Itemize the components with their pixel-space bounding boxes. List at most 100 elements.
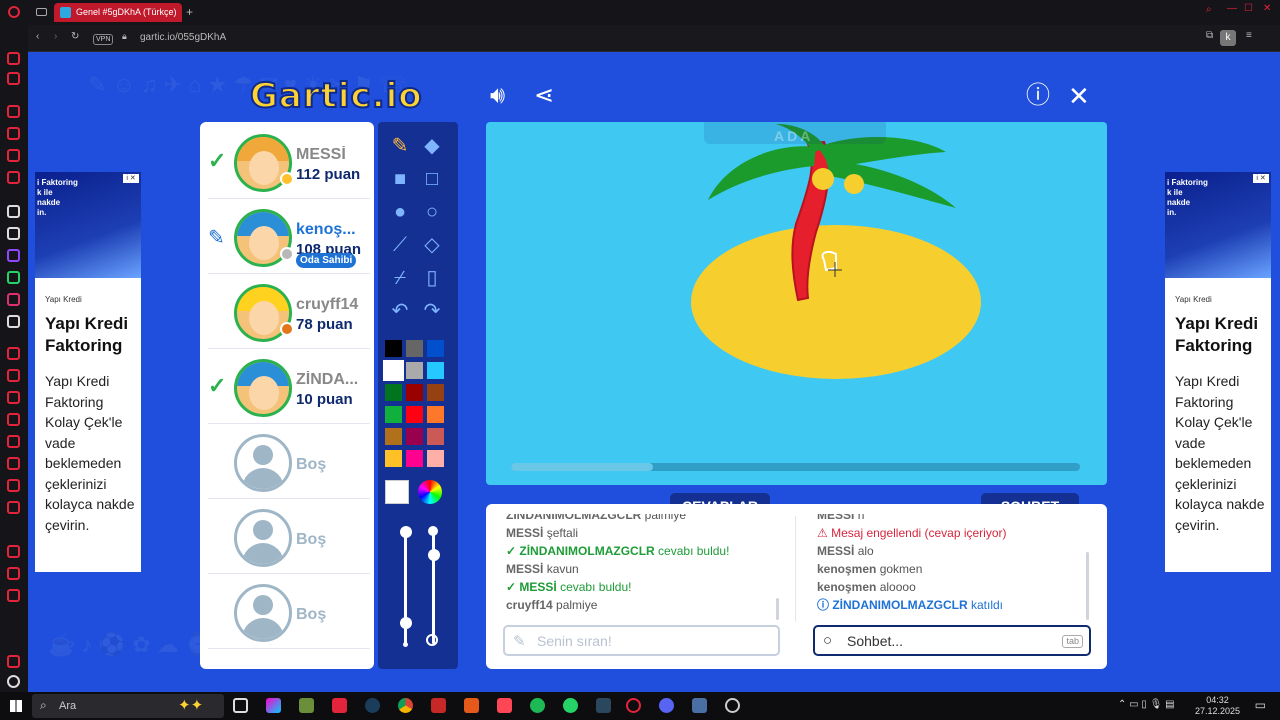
player-slot-empty[interactable]: Boş <box>208 501 370 574</box>
back-icon[interactable]: ‹ <box>36 31 39 42</box>
app-cube-icon[interactable] <box>692 698 707 713</box>
twitch-icon[interactable] <box>7 249 20 262</box>
filled-rect-icon[interactable]: ■ <box>386 165 414 193</box>
brush-size-slider-knob[interactable] <box>400 617 412 630</box>
box-icon[interactable] <box>7 479 20 492</box>
history-icon[interactable] <box>7 105 20 118</box>
news-icon[interactable] <box>7 457 20 470</box>
wallet-icon[interactable] <box>7 72 20 85</box>
chatgpt-icon[interactable] <box>7 205 20 218</box>
line-icon[interactable]: ⟋ <box>386 231 414 259</box>
color-swatch[interactable] <box>406 428 423 445</box>
color-swatch[interactable] <box>383 360 404 381</box>
x-twitter-icon[interactable] <box>7 315 20 328</box>
taskbar-search[interactable]: ⌕ Ara ✦✦ <box>32 694 224 718</box>
color-swatch[interactable] <box>406 362 423 379</box>
taskbar-clock[interactable]: 04:32 27.12.2025 <box>1195 695 1240 717</box>
player-row[interactable]: ✎ kenoş... 108 puan Oda Sahibi <box>208 201 370 274</box>
gx-icon[interactable] <box>7 655 20 668</box>
color-swatch[interactable] <box>385 450 402 467</box>
home-icon[interactable] <box>7 52 20 65</box>
minimize-button[interactable]: — <box>1227 3 1237 14</box>
notification-icon[interactable]: ▭ <box>1255 698 1266 712</box>
reload-icon[interactable]: ↻ <box>71 31 79 42</box>
color-swatch[interactable] <box>427 384 444 401</box>
aria-icon[interactable] <box>7 127 20 140</box>
eraser-icon[interactable]: ◆ <box>418 132 446 160</box>
undo-icon[interactable]: ↶ <box>386 297 414 325</box>
close-icon[interactable]: ✕ <box>1068 83 1090 109</box>
color-swatch[interactable] <box>385 428 402 445</box>
spotify-icon[interactable] <box>530 698 545 713</box>
eyedropper-icon[interactable]: ⌿ <box>386 264 414 292</box>
steam-icon[interactable] <box>365 698 380 713</box>
ad-info-icon[interactable]: i ✕ <box>1253 174 1269 183</box>
clock-icon[interactable] <box>7 391 20 404</box>
player-row[interactable]: ✓ MESSİ 112 puan <box>208 126 370 199</box>
pencil-icon[interactable]: ✎ <box>386 132 414 160</box>
page-icon[interactable]: ▯ <box>418 264 446 292</box>
whatsapp-icon[interactable] <box>563 698 578 713</box>
chrome-icon[interactable] <box>398 698 413 713</box>
color-swatch[interactable] <box>385 406 402 423</box>
sound-icon[interactable]: 🔊︎ <box>490 84 505 108</box>
instagram-icon[interactable] <box>7 293 20 306</box>
color-swatch[interactable] <box>406 340 423 357</box>
answers-scrollbar[interactable] <box>776 598 779 620</box>
player-slot-empty[interactable]: Boş <box>208 426 370 499</box>
chat-scrollbar[interactable] <box>1086 552 1089 620</box>
player-row[interactable]: ✓ ZİNDA... 10 puan <box>208 351 370 424</box>
filled-circle-icon[interactable]: ● <box>386 198 414 226</box>
roblox-icon[interactable] <box>431 698 446 713</box>
color-wheel-icon[interactable] <box>418 480 442 504</box>
copilot-icon[interactable] <box>266 698 281 713</box>
color-swatch[interactable] <box>406 384 423 401</box>
share-icon[interactable]: ⋖ <box>534 84 554 108</box>
url-text[interactable]: gartic.io/055gDKhA <box>140 32 226 43</box>
tab-overview-icon[interactable] <box>36 8 47 16</box>
forward-icon[interactable]: › <box>54 31 57 42</box>
redo-icon[interactable]: ↷ <box>418 297 446 325</box>
minecraft-icon[interactable] <box>299 698 314 713</box>
player-row[interactable]: cruyff14 78 puan <box>208 276 370 349</box>
chat-input[interactable]: ○ Sohbet... tab <box>813 625 1091 656</box>
messenger-icon[interactable] <box>7 171 20 184</box>
download-icon[interactable] <box>7 545 20 558</box>
search-tabs-icon[interactable]: ⌕ <box>1206 4 1212 15</box>
settings-icon[interactable] <box>7 589 20 602</box>
heart-icon[interactable] <box>7 435 20 448</box>
valorant-icon[interactable] <box>497 698 512 713</box>
discord-icon[interactable] <box>659 698 674 713</box>
extensions-icon[interactable]: ⧉ <box>1206 30 1213 41</box>
profile-avatar[interactable]: k <box>1220 30 1236 46</box>
color-swatch[interactable] <box>385 384 402 401</box>
send-icon[interactable] <box>7 369 20 382</box>
color-swatch[interactable] <box>385 340 402 357</box>
rect-icon[interactable]: □ <box>418 165 446 193</box>
windows-start-icon[interactable] <box>10 700 22 712</box>
new-tab-button[interactable]: + <box>186 5 193 19</box>
openai-icon[interactable] <box>7 227 20 240</box>
maximize-button[interactable]: ☐ <box>1244 3 1253 14</box>
color-swatch[interactable] <box>427 428 444 445</box>
whatsapp-icon[interactable] <box>7 271 20 284</box>
extension-icon[interactable] <box>7 567 20 580</box>
music-icon[interactable] <box>7 149 20 162</box>
color-swatch[interactable] <box>406 450 423 467</box>
player-slot-empty[interactable]: Boş <box>208 576 370 649</box>
task-view-icon[interactable] <box>233 698 248 713</box>
right-advertisement[interactable]: i Faktoring k ile nakde in. i ✕ Yapı Kre… <box>1165 172 1271 572</box>
menu-icon[interactable]: ≡ <box>1246 30 1252 41</box>
color-swatch[interactable] <box>427 406 444 423</box>
opera-logo-icon[interactable] <box>8 6 20 18</box>
answer-input[interactable]: ✎ Senin sıran! <box>503 625 780 656</box>
vpn-badge[interactable]: VPN <box>93 34 114 45</box>
color-swatch[interactable] <box>427 450 444 467</box>
tray-icons[interactable]: ⌃ ▭ ▯ 🎙︎ ▤ <box>1118 699 1175 710</box>
more-icon[interactable] <box>7 675 20 688</box>
steam-icon[interactable] <box>596 698 611 713</box>
drawing-canvas[interactable]: ADA <box>486 122 1107 485</box>
circle-icon[interactable]: ○ <box>418 198 446 226</box>
battery-icon[interactable] <box>7 501 20 514</box>
color-swatch[interactable] <box>406 406 423 423</box>
